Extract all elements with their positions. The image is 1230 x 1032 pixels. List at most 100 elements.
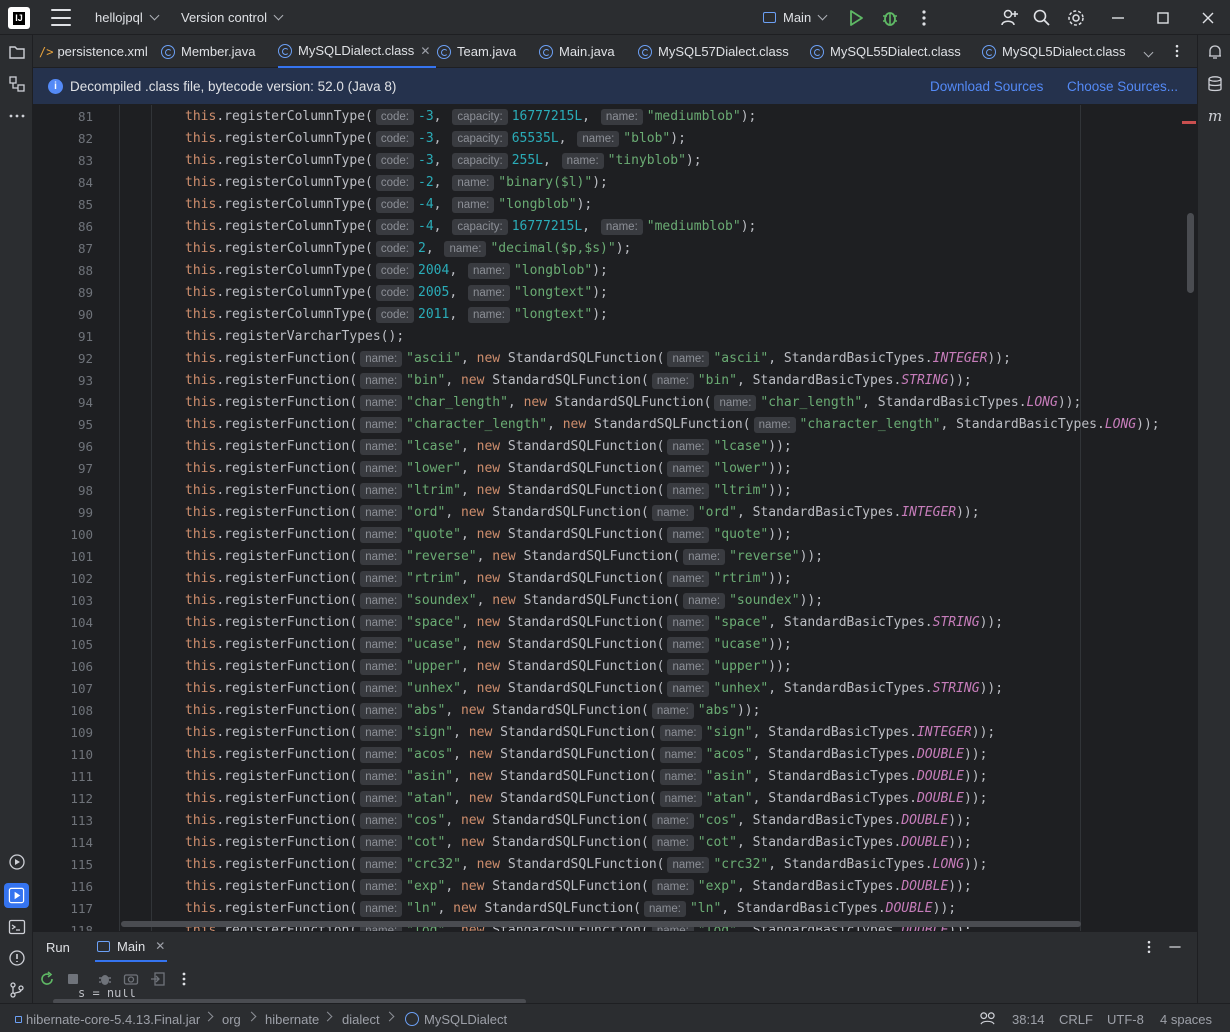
tab-mysqldialect-class[interactable]: MySQLDialect.class ✕ [278,35,437,68]
code-line[interactable]: 112 this.registerFunction(name: "atan", ne… [33,788,1197,810]
run-tab-main[interactable]: Main ✕ [95,932,168,962]
download-sources-link[interactable]: Download Sources [930,79,1043,94]
camera-icon[interactable] [123,971,139,987]
rerun-icon[interactable] [39,971,55,987]
tab-mysql5dialect-class[interactable]: MySQL5Dialect.class [982,35,1126,68]
code-line[interactable]: 104 this.registerFunction(name: "space", n… [33,612,1197,634]
project-selector[interactable]: hellojpql [95,10,160,25]
hide-panel-icon[interactable] [1167,939,1183,955]
tab-mysql55dialect-class[interactable]: MySQL55Dialect.class [810,35,961,68]
tab-main-java[interactable]: Main.java [539,35,615,68]
code-line[interactable]: 99 this.registerFunction(name: "ord", new … [33,502,1197,524]
code-line[interactable]: 95 this.registerFunction(name: "character_… [33,414,1197,436]
code-line[interactable]: 107 this.registerFunction(name: "unhex", n… [33,678,1197,700]
run-config-selector[interactable]: Main [763,10,828,25]
line-number: 117 [70,901,93,916]
code-line[interactable]: 88 this.registerColumnType(code: 2004, nam… [33,260,1197,282]
search-icon[interactable] [1032,8,1052,28]
run-icon[interactable] [846,8,866,28]
code-line[interactable]: 100 this.registerFunction(name: "quote", n… [33,524,1197,546]
code-line[interactable]: 106 this.registerFunction(name: "upper", n… [33,656,1197,678]
breadcrumb-dialect[interactable]: dialect [342,1012,380,1027]
minimize-icon[interactable] [1108,8,1128,28]
code-line[interactable]: 115 this.registerFunction(name: "crc32", n… [33,854,1197,876]
code-line[interactable]: 86 this.registerColumnType(code: -4, capac… [33,216,1197,238]
code-line[interactable]: 103 this.registerFunction(name: "soundex",… [33,590,1197,612]
code-line[interactable]: 96 this.registerFunction(name: "lcase", ne… [33,436,1197,458]
code-line[interactable]: 105 this.registerFunction(name: "ucase", n… [33,634,1197,656]
run-toolbar-more-icon[interactable] [176,971,192,987]
code-line[interactable]: 108 this.registerFunction(name: "abs", new… [33,700,1197,722]
code-editor[interactable]: 81 this.registerColumnType(code: -3, capac… [33,105,1197,931]
tab-member-java[interactable]: Member.java [161,35,255,68]
git-icon[interactable] [8,981,26,999]
maximize-icon[interactable] [1153,8,1173,28]
close-run-tab-icon[interactable]: ✕ [155,939,165,953]
code-line[interactable]: 93 this.registerFunction(name: "bin", new … [33,370,1197,392]
code-line[interactable]: 85 this.registerColumnType(code: -4, name:… [33,194,1197,216]
code-line[interactable]: 109 this.registerFunction(name: "sign", ne… [33,722,1197,744]
breadcrumb-jar[interactable]: hibernate-core-5.4.13.Final.jar [26,1012,200,1027]
code-line[interactable]: 117 this.registerFunction(name: "ln", new … [33,898,1197,920]
code-line[interactable]: 81 this.registerColumnType(code: -3, capac… [33,106,1197,128]
code-line[interactable]: 114 this.registerFunction(name: "cot", new… [33,832,1197,854]
more-actions-icon[interactable] [914,8,934,28]
caret-position[interactable]: 38:14 [1012,1012,1045,1027]
breadcrumb-hibernate[interactable]: hibernate [265,1012,319,1027]
code-line[interactable]: 110 this.registerFunction(name: "acos", ne… [33,744,1197,766]
code-line[interactable]: 87 this.registerColumnType(code: 2, name: "… [33,238,1197,260]
code-line[interactable]: 92 this.registerFunction(name: "ascii", ne… [33,348,1197,370]
file-encoding[interactable]: UTF-8 [1107,1012,1144,1027]
close-window-icon[interactable] [1198,8,1218,28]
code-line[interactable]: 83 this.registerColumnType(code: -3, capac… [33,150,1197,172]
breadcrumb-org[interactable]: org [222,1012,241,1027]
tab-mysql57dialect-class[interactable]: MySQL57Dialect.class [638,35,789,68]
stop-icon[interactable] [65,971,81,987]
tabs-dropdown-chevron-icon[interactable] [1143,47,1154,58]
terminal-icon[interactable] [8,918,26,936]
vcs-selector[interactable]: Version control [181,10,284,25]
project-folder-icon[interactable] [8,43,26,61]
run-panel-more-icon[interactable] [1141,939,1157,955]
code-line[interactable]: 102 this.registerFunction(name: "rtrim", n… [33,568,1197,590]
line-separator[interactable]: CRLF [1059,1012,1093,1027]
horizontal-scrollbar[interactable] [121,921,1081,927]
code-line[interactable]: 101 this.registerFunction(name: "reverse",… [33,546,1197,568]
intellij-logo-icon[interactable]: IJ [8,7,30,29]
number-literal: 255L [511,153,544,168]
run-tool-window-button[interactable] [4,883,29,908]
code-line[interactable]: 90 this.registerColumnType(code: 2011, nam… [33,304,1197,326]
add-user-icon[interactable] [999,8,1019,28]
code-line[interactable]: 97 this.registerFunction(name: "lower", ne… [33,458,1197,480]
main-menu-icon[interactable] [51,9,71,26]
close-tab-icon[interactable]: ✕ [420,44,430,58]
code-line[interactable]: 89 this.registerColumnType(code: 2005, nam… [33,282,1197,304]
ai-assistant-icon[interactable] [979,1011,996,1026]
maven-icon[interactable]: m [1206,107,1224,125]
debug-bug-icon[interactable] [97,971,113,987]
database-icon[interactable] [1206,75,1224,93]
breadcrumb-class[interactable]: MySQLDialect [424,1012,507,1027]
code-line[interactable]: 91 this.registerVarcharTypes(); [33,326,1197,348]
problems-icon[interactable] [8,949,26,967]
code-line[interactable]: 98 this.registerFunction(name: "ltrim", ne… [33,480,1197,502]
tab-more-icon[interactable] [1169,43,1185,59]
tab-team-java[interactable]: Team.java [437,35,516,68]
code-line[interactable]: 111 this.registerFunction(name: "asin", ne… [33,766,1197,788]
debug-icon[interactable] [880,8,900,28]
tab-persistence-xml[interactable]: /> persistence.xml [39,35,148,68]
services-icon[interactable] [8,853,26,871]
settings-gear-icon[interactable] [1066,8,1086,28]
code-line[interactable]: 94 this.registerFunction(name: "char_lengt… [33,392,1197,414]
choose-sources-link[interactable]: Choose Sources... [1067,79,1178,94]
code-line[interactable]: 82 this.registerColumnType(code: -3, capac… [33,128,1197,150]
code-line[interactable]: 113 this.registerFunction(name: "cos", new… [33,810,1197,832]
exit-icon[interactable] [150,971,166,987]
code-line[interactable]: 116 this.registerFunction(name: "exp", new… [33,876,1197,898]
more-tools-icon[interactable] [8,107,26,125]
notifications-bell-icon[interactable] [1206,43,1224,61]
line-number: 109 [70,725,93,740]
indent-setting[interactable]: 4 spaces [1160,1012,1212,1027]
structure-icon[interactable] [8,75,26,93]
code-line[interactable]: 84 this.registerColumnType(code: -2, name:… [33,172,1197,194]
